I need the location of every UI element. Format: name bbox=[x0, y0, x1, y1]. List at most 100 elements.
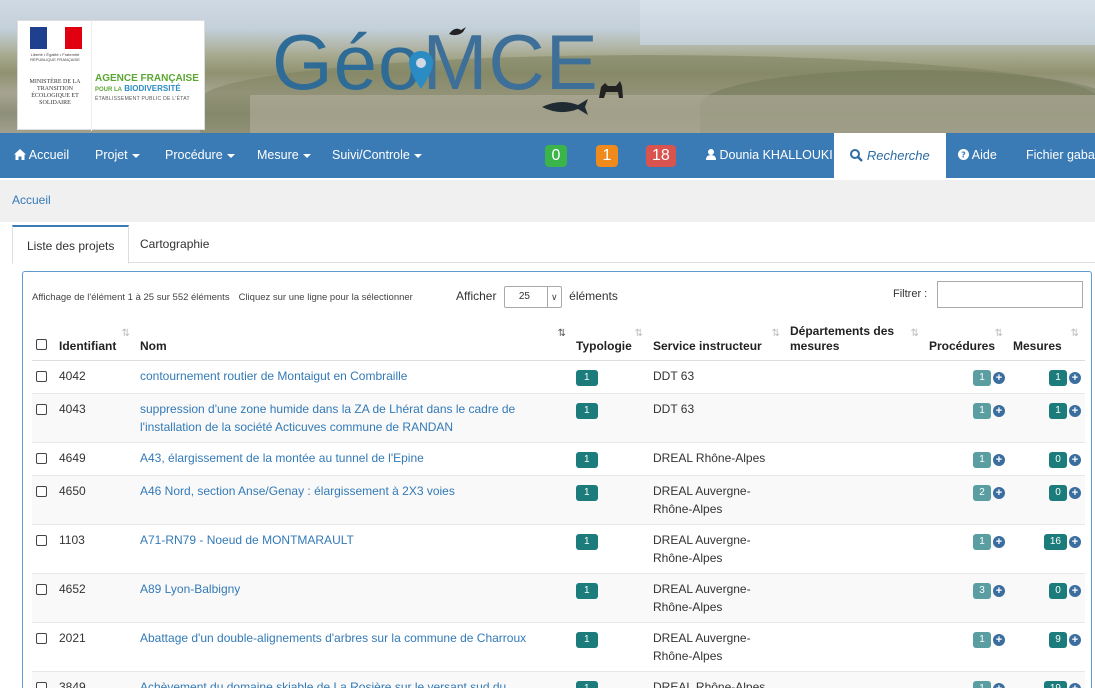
lynx-icon bbox=[599, 81, 623, 98]
col-mesures[interactable]: ⇅ Mesures bbox=[1009, 320, 1085, 361]
row-nom-cell: A71-RN79 - Noeud de MONTMARAULT bbox=[136, 524, 572, 574]
add-procedure-icon[interactable]: + bbox=[993, 683, 1005, 688]
nav-user-menu[interactable]: Dounia KHALLOUKI bbox=[706, 133, 833, 178]
chevron-down-icon: ∨ bbox=[546, 287, 561, 307]
row-checkbox[interactable] bbox=[36, 371, 47, 382]
nav-accueil-label: Accueil bbox=[28, 148, 70, 162]
nav-mesure-menu[interactable]: Mesure bbox=[257, 133, 311, 178]
mesures-count: 0 + bbox=[1049, 583, 1081, 599]
table-row[interactable]: 2021 Abattage d'un double-alignements d'a… bbox=[32, 622, 1085, 672]
procedures-count: 3 + bbox=[973, 583, 1005, 599]
row-service: DDT 63 bbox=[649, 393, 786, 443]
nav-fichier-gabarit[interactable]: Fichier gabar bbox=[1026, 133, 1095, 178]
project-name-link[interactable]: A46 Nord, section Anse/Genay : élargisse… bbox=[140, 484, 455, 498]
col-typologie[interactable]: ⇅ Typologie bbox=[572, 320, 649, 361]
page-size-select[interactable]: 25 ∨ bbox=[503, 286, 562, 308]
sort-icon: ⇅ bbox=[910, 328, 919, 339]
procedures-count-value: 1 bbox=[973, 632, 991, 648]
select-all-checkbox[interactable] bbox=[36, 339, 47, 350]
row-service: DREAL Auvergne-Rhône-Alpes bbox=[649, 475, 786, 525]
row-select-cell bbox=[32, 475, 55, 525]
nav-projet-menu[interactable]: Projet bbox=[95, 133, 140, 178]
project-name-link[interactable]: suppression d'une zone humide dans la ZA… bbox=[140, 402, 515, 434]
breadcrumb-accueil-link[interactable]: Accueil bbox=[12, 193, 51, 207]
project-name-link[interactable]: contournement routier de Montaigut en Co… bbox=[140, 369, 407, 383]
table-info: Affichage de l'élément 1 à 25 sur 552 él… bbox=[32, 292, 413, 303]
row-checkbox[interactable] bbox=[36, 633, 47, 644]
row-identifiant: 4042 bbox=[55, 360, 136, 394]
tab-liste-projets[interactable]: Liste des projets bbox=[12, 225, 130, 264]
add-mesure-icon[interactable]: + bbox=[1069, 634, 1081, 646]
row-checkbox[interactable] bbox=[36, 682, 47, 688]
notification-badge-red[interactable]: 18 bbox=[646, 145, 676, 167]
table-row[interactable]: 4042 contournement routier de Montaigut e… bbox=[32, 360, 1085, 394]
col-service[interactable]: ⇅ Service instructeur bbox=[649, 320, 786, 361]
table-row[interactable]: 4043 suppression d'une zone humide dans l… bbox=[32, 393, 1085, 443]
row-checkbox[interactable] bbox=[36, 535, 47, 546]
sort-asc-icon: ⇅ bbox=[557, 328, 566, 339]
add-procedure-icon[interactable]: + bbox=[993, 634, 1005, 646]
table-row[interactable]: 4649 A43, élargissement de la montée au t… bbox=[32, 442, 1085, 476]
app-logo-title: GéoMCE bbox=[272, 22, 599, 102]
col-identifiant[interactable]: ⇅ Identifiant bbox=[55, 320, 136, 361]
add-procedure-icon[interactable]: + bbox=[993, 585, 1005, 597]
add-mesure-icon[interactable]: + bbox=[1069, 454, 1081, 466]
add-procedure-icon[interactable]: + bbox=[993, 536, 1005, 548]
add-mesure-icon[interactable]: + bbox=[1069, 487, 1081, 499]
project-name-link[interactable]: Abattage d'un double-alignements d'arbre… bbox=[140, 631, 526, 645]
procedures-count-value: 1 bbox=[973, 403, 991, 419]
table-row[interactable]: 4650 A46 Nord, section Anse/Genay : élarg… bbox=[32, 475, 1085, 525]
table-row[interactable]: 3849 Achèvement du domaine skiable de La … bbox=[32, 671, 1085, 688]
nav-aide-label: Aide bbox=[971, 148, 997, 162]
project-name-link[interactable]: A71-RN79 - Noeud de MONTMARAULT bbox=[140, 533, 354, 547]
table-row[interactable]: 4652 A89 Lyon-Balbigny 1 DREAL Auvergne-Rhô… bbox=[32, 573, 1085, 623]
procedures-count: 1+ bbox=[973, 632, 1005, 648]
add-mesure-icon[interactable]: + bbox=[1069, 536, 1081, 548]
row-departements bbox=[786, 442, 925, 476]
row-nom-cell: A89 Lyon-Balbigny bbox=[136, 573, 572, 623]
filter-input[interactable] bbox=[937, 281, 1083, 308]
nav-suivi-menu[interactable]: Suivi/Controle bbox=[332, 133, 422, 178]
table-row[interactable]: 1103 A71-RN79 - Noeud de MONTMARAULT 1 DREA… bbox=[32, 524, 1085, 574]
col-nom[interactable]: ⇅ Nom bbox=[136, 320, 572, 361]
mesures-count-value: 1 bbox=[1049, 370, 1067, 386]
notification-badge-green[interactable]: 0 bbox=[545, 145, 567, 167]
page-length-control: Afficher 25 ∨ éléments bbox=[456, 286, 618, 308]
add-procedure-icon[interactable]: + bbox=[993, 405, 1005, 417]
add-mesure-icon[interactable]: + bbox=[1069, 372, 1081, 384]
caret-down-icon bbox=[302, 153, 311, 158]
mesures-count: 9 + bbox=[1049, 632, 1081, 648]
row-checkbox[interactable] bbox=[36, 584, 47, 595]
procedures-count-value: 1 bbox=[973, 452, 991, 468]
add-procedure-icon[interactable]: + bbox=[993, 487, 1005, 499]
add-mesure-icon[interactable]: + bbox=[1069, 683, 1081, 688]
row-mesures-cell: 0 + bbox=[1009, 475, 1085, 525]
add-procedure-icon[interactable]: + bbox=[993, 454, 1005, 466]
nav-procedure-menu[interactable]: Procédure bbox=[165, 133, 235, 178]
col-procedures[interactable]: ⇅ Procédures bbox=[925, 320, 1009, 361]
elements-label: éléments bbox=[569, 289, 618, 304]
mesures-count-value: 0 bbox=[1049, 452, 1067, 468]
add-mesure-icon[interactable]: + bbox=[1069, 585, 1081, 597]
tab-cartographie[interactable]: Cartographie bbox=[126, 225, 223, 263]
projects-panel: Affichage de l'élément 1 à 25 sur 552 él… bbox=[22, 271, 1092, 688]
partner-logos: Liberté • Égalité • Fraternité RÉPUBLIQU… bbox=[17, 20, 205, 131]
nav-accueil[interactable]: Accueil bbox=[14, 133, 69, 178]
nav-recherche[interactable]: Recherche bbox=[834, 133, 946, 178]
col-departements[interactable]: ⇅ Départements des mesures bbox=[786, 320, 925, 361]
row-checkbox[interactable] bbox=[36, 453, 47, 464]
add-procedure-icon[interactable]: + bbox=[993, 372, 1005, 384]
add-mesure-icon[interactable]: + bbox=[1069, 405, 1081, 417]
row-departements bbox=[786, 573, 925, 623]
nav-aide[interactable]: ? Aide bbox=[958, 133, 997, 178]
project-name-link[interactable]: A43, élargissement de la montée au tunne… bbox=[140, 451, 424, 465]
row-checkbox[interactable] bbox=[36, 404, 47, 415]
row-typologie-cell: 1 bbox=[572, 360, 649, 394]
notification-badge-orange[interactable]: 1 bbox=[596, 145, 618, 167]
bird-icon bbox=[449, 27, 466, 36]
row-checkbox[interactable] bbox=[36, 486, 47, 497]
procedures-count-value: 1 bbox=[973, 370, 991, 386]
select-all-header bbox=[32, 320, 55, 361]
project-name-link[interactable]: A89 Lyon-Balbigny bbox=[140, 582, 240, 596]
project-name-link[interactable]: Achèvement du domaine skiable de La Rosi… bbox=[140, 680, 506, 688]
